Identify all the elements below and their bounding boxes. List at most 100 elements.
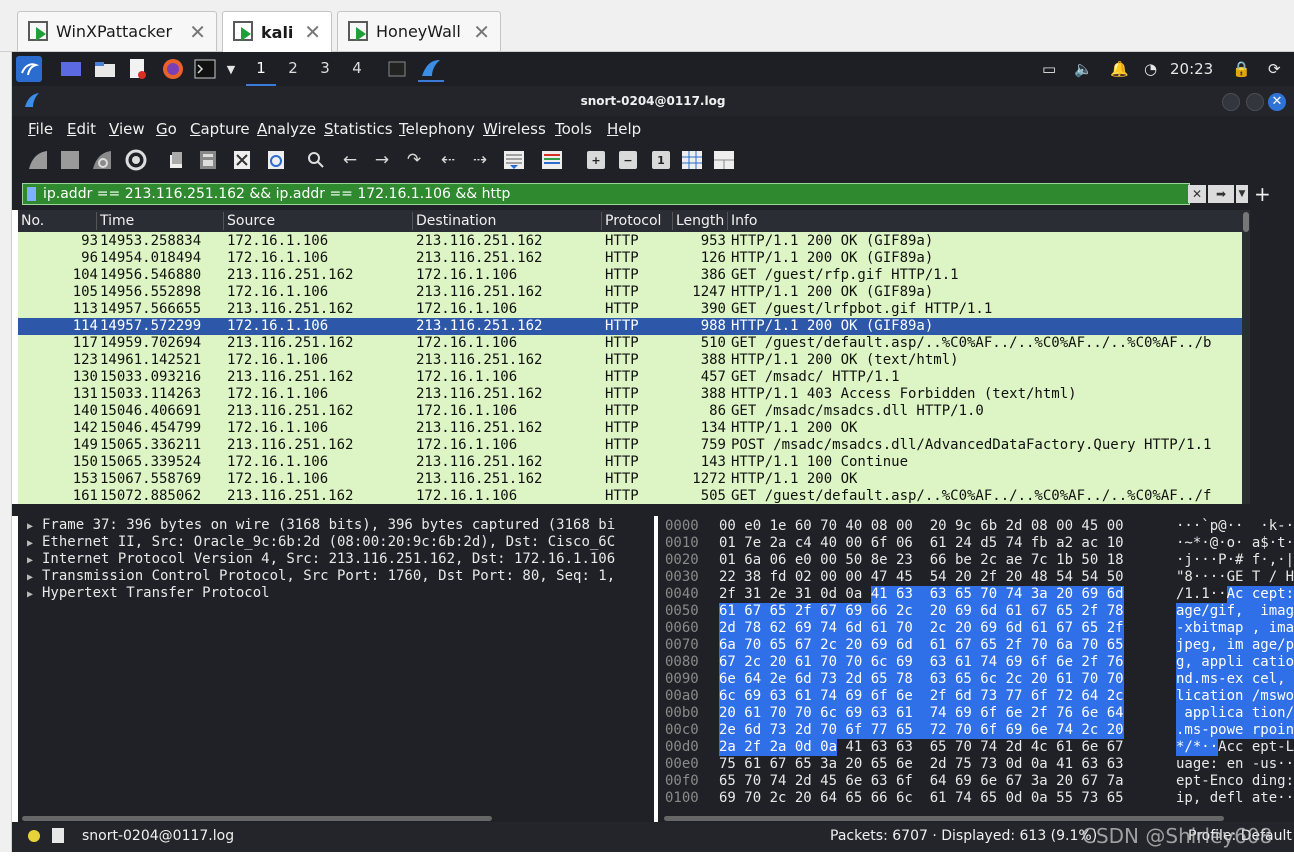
scrollbar-thumb[interactable] (1243, 212, 1249, 232)
normal-size-icon[interactable]: 1 (652, 151, 670, 169)
menu-help[interactable]: Help (607, 120, 641, 138)
menu-tools[interactable]: Tools (555, 120, 592, 138)
zoom-in-icon[interactable]: + (587, 151, 605, 169)
column-header-destination[interactable]: Destination (416, 213, 496, 229)
scrollbar-thumb[interactable] (22, 816, 492, 821)
reload-file-icon[interactable] (264, 148, 288, 172)
hex-row[interactable]: 00f0 65 70 74 2d 45 6e 63 6f 64 69 6e 67 … (658, 773, 1294, 790)
detail-row-frame[interactable]: ▶ Frame 37: 396 bytes on wire (3168 bits)… (18, 517, 615, 534)
wireshark-window-icon[interactable] (418, 56, 444, 82)
close-icon[interactable]: ✕ (189, 20, 206, 44)
clock-time[interactable]: 20:23 (1170, 52, 1213, 86)
hex-row[interactable]: 00a0 6c 69 63 61 74 69 6f 6e 2f 6d 73 77 … (658, 688, 1294, 705)
column-header-time[interactable]: Time (100, 213, 134, 229)
column-header-no[interactable]: No. (21, 213, 44, 229)
minimize-button[interactable] (1222, 93, 1240, 111)
lock-icon[interactable]: 🔒 (1232, 52, 1251, 86)
expand-arrow-icon[interactable]: ▶ (18, 569, 42, 586)
packet-row[interactable]: 93 14953.258834 172.16.1.106 213.116.251.16… (18, 233, 1242, 250)
hex-row[interactable]: 0030 22 38 fd 02 00 00 47 45 54 20 2f 20 … (658, 569, 1294, 586)
vm-tab-kali[interactable]: kali ✕ (222, 11, 332, 52)
menu-edit[interactable]: Edit (67, 120, 96, 138)
hex-row[interactable]: 0050 61 67 65 2f 67 69 66 2c 20 69 6d 61 … (658, 603, 1294, 620)
workspace-2[interactable]: 2 (278, 52, 308, 86)
column-header-source[interactable]: Source (227, 213, 275, 229)
go-to-packet-icon[interactable]: ↷ (402, 148, 426, 172)
restart-capture-icon[interactable] (90, 148, 114, 172)
detail-row-ip[interactable]: ▶ Internet Protocol Version 4, Src: 213.1… (18, 551, 615, 568)
detail-row-http[interactable]: ▶ Hypertext Transfer Protocol (18, 585, 270, 602)
last-packet-icon[interactable]: ⇢ (468, 148, 492, 172)
capture-options-icon[interactable] (124, 148, 148, 172)
packet-row[interactable]: 140 15046.406691 213.116.251.162 172.16.1.1… (18, 403, 1242, 420)
column-header-info[interactable]: Info (731, 213, 758, 229)
column-header-protocol[interactable]: Protocol (605, 213, 661, 229)
details-horizontal-scrollbar[interactable] (18, 814, 654, 822)
close-icon[interactable]: ✕ (304, 20, 321, 44)
column-divider[interactable] (412, 212, 413, 230)
packet-row[interactable]: 105 14956.552898 172.16.1.106 213.116.251.1… (18, 284, 1242, 301)
hex-row[interactable]: 00c0 2e 6d 73 2d 70 6f 77 65 72 70 6f 69 … (658, 722, 1294, 739)
hex-row[interactable]: 0080 67 2c 20 61 70 70 6c 69 63 61 74 69 … (658, 654, 1294, 671)
packet-row[interactable]: 104 14956.546880 213.116.251.162 172.16.1.1… (18, 267, 1242, 284)
menu-capture[interactable]: Capture (190, 120, 250, 138)
column-divider[interactable] (672, 212, 673, 230)
terminal-icon[interactable] (192, 56, 218, 82)
packet-list-scrollbar[interactable] (1242, 210, 1250, 504)
expand-arrow-icon[interactable]: ▶ (18, 535, 42, 552)
hex-row[interactable]: 00b0 20 61 70 70 6c 69 63 61 74 69 6f 6e … (658, 705, 1294, 722)
column-divider[interactable] (223, 212, 224, 230)
menu-go[interactable]: Go (156, 120, 177, 138)
packet-row[interactable]: 130 15033.093216 213.116.251.162 172.16.1.1… (18, 369, 1242, 386)
hex-row[interactable]: 0040 2f 31 2e 31 0d 0a 41 63 63 65 70 74 … (658, 586, 1294, 603)
packet-row[interactable]: 113 14957.566655 213.116.251.162 172.16.1.1… (18, 301, 1242, 318)
open-file-icon[interactable] (164, 148, 188, 172)
menu-analyze[interactable]: Analyze (257, 120, 316, 138)
close-file-icon[interactable] (230, 148, 254, 172)
volume-icon[interactable]: 🔈 (1074, 52, 1093, 86)
text-editor-icon[interactable] (124, 56, 150, 82)
hex-row[interactable]: 0020 01 6a 06 e0 00 50 8e 23 66 be 2c ae … (658, 552, 1294, 569)
menu-wireless[interactable]: Wireless (483, 120, 546, 138)
workspace-1[interactable]: 1 (246, 52, 276, 86)
chevron-down-icon[interactable]: ▼ (218, 56, 244, 82)
pane-splitter[interactable] (12, 504, 1294, 516)
notification-bell-icon[interactable]: 🔔 (1110, 52, 1129, 86)
zoom-out-icon[interactable]: − (619, 151, 637, 169)
search-icon[interactable] (304, 148, 328, 172)
hex-row[interactable]: 0090 6e 64 2e 6d 73 2d 65 78 63 65 6c 2c … (658, 671, 1294, 688)
packet-row[interactable]: 96 14954.018494 172.16.1.106 213.116.251.16… (18, 250, 1242, 267)
column-divider[interactable] (727, 212, 728, 230)
display-icon[interactable]: ▭ (1042, 52, 1056, 86)
hex-row[interactable]: 0000 00 e0 1e 60 70 40 08 00 20 9c 6b 2d … (658, 518, 1294, 535)
first-packet-icon[interactable]: ⇠ (436, 148, 460, 172)
scrollbar-thumb[interactable] (664, 816, 1224, 821)
packet-row[interactable]: 161 15072.885062 213.116.251.162 172.16.1.1… (18, 488, 1242, 504)
vm-tab-winxpattacker[interactable]: WinXPattacker ✕ (17, 11, 217, 51)
hex-row[interactable]: 0010 01 7e 2a c4 40 00 6f 06 61 24 d5 74 … (658, 535, 1294, 552)
column-header-length[interactable]: Length (676, 213, 724, 229)
expand-arrow-icon[interactable]: ▶ (18, 586, 42, 603)
resize-columns-icon[interactable] (680, 148, 704, 172)
hex-row[interactable]: 00e0 75 61 67 65 3a 20 65 6e 2d 75 73 0d … (658, 756, 1294, 773)
menu-file[interactable]: File (28, 120, 53, 138)
bytes-horizontal-scrollbar[interactable] (658, 814, 1294, 822)
packet-row[interactable]: 149 15065.336211 213.116.251.162 172.16.1.1… (18, 437, 1242, 454)
desktop-icon[interactable] (58, 56, 84, 82)
menu-statistics[interactable]: Statistics (324, 120, 393, 138)
detail-row-ethernet[interactable]: ▶ Ethernet II, Src: Oracle_9c:6b:2d (08:0… (18, 534, 615, 551)
packet-row[interactable]: 142 15046.454799 172.16.1.106 213.116.251.1… (18, 420, 1242, 437)
save-file-icon[interactable] (196, 148, 220, 172)
detail-row-tcp[interactable]: ▶ Transmission Control Protocol, Src Port… (18, 568, 615, 585)
packet-row[interactable]: 131 15033.114263 172.16.1.106 213.116.251.1… (18, 386, 1242, 403)
hex-row[interactable]: 0060 2d 78 62 69 74 6d 61 70 2c 20 69 6d … (658, 620, 1294, 637)
packet-row[interactable]: 117 14959.702694 213.116.251.162 172.16.1.1… (18, 335, 1242, 352)
apply-filter-icon[interactable]: ➡ (1208, 185, 1234, 203)
workspace-3[interactable]: 3 (310, 52, 340, 86)
clear-filter-icon[interactable]: ✕ (1188, 185, 1206, 203)
filter-history-chevron-icon[interactable]: ▼ (1236, 185, 1248, 203)
hex-row[interactable]: 0070 6a 70 65 67 2c 20 69 6d 61 67 65 2f … (658, 637, 1294, 654)
menu-view[interactable]: View (109, 120, 145, 138)
expert-info-icon[interactable] (28, 830, 40, 842)
hex-row[interactable]: 0100 69 70 2c 20 64 65 66 6c 61 74 65 0d … (658, 790, 1294, 807)
